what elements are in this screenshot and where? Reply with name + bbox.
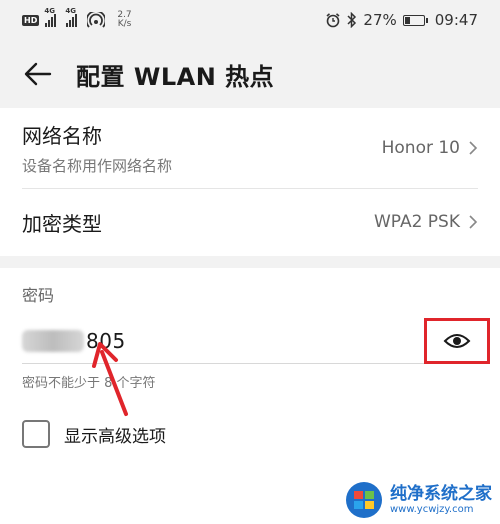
show-password-button[interactable] (424, 317, 490, 364)
network-name-value: Honor 10 (381, 138, 460, 158)
network-name-row[interactable]: 网络名称 设备名称用作网络名称 Honor 10 (0, 108, 500, 188)
signal-icon: 4G (44, 7, 57, 27)
eye-icon (443, 333, 471, 348)
settings-card: 网络名称 设备名称用作网络名称 Honor 10 加密类型 WPA2 PSK (0, 108, 500, 256)
network-name-label: 网络名称 (22, 124, 102, 148)
watermark: 纯净系统之家 www.ycwjzy.com (344, 480, 492, 520)
advanced-checkbox[interactable] (22, 420, 50, 448)
status-left: HD 4G 4G 2.7 K/s (22, 7, 132, 29)
network-speed: 2.7 K/s (117, 10, 132, 29)
alarm-icon (326, 13, 340, 28)
encryption-value-wrap: WPA2 PSK (374, 212, 478, 232)
page-title: 配置 WLAN 热点 (76, 62, 275, 91)
clock: 09:47 (434, 11, 478, 29)
chevron-right-icon (469, 215, 478, 229)
password-blurred-part (22, 329, 84, 352)
password-section-label: 密码 (22, 286, 55, 305)
watermark-text: 纯净系统之家 www.ycwjzy.com (390, 484, 492, 516)
advanced-label: 显示高级选项 (64, 426, 166, 447)
hd-voice-icon: HD (22, 14, 40, 26)
watermark-url: www.ycwjzy.com (390, 504, 474, 515)
bluetooth-icon (347, 12, 357, 28)
header: 配置 WLAN 热点 (0, 40, 500, 108)
encryption-label: 加密类型 (22, 211, 102, 236)
encryption-value: WPA2 PSK (373, 212, 460, 232)
battery-icon (402, 14, 428, 26)
battery-percent: 27% (363, 11, 397, 29)
hotspot-icon (87, 12, 106, 28)
network-name-value-wrap: Honor 10 (382, 138, 478, 158)
status-right: 27% 09:47 (325, 11, 478, 29)
annotation-arrow-icon (92, 342, 128, 416)
network-name-sublabel: 设备名称用作网络名称 (22, 157, 173, 175)
back-button[interactable] (18, 54, 58, 94)
watermark-name: 纯净系统之家 (390, 484, 492, 504)
signal-icon-2: 4G (65, 7, 78, 27)
watermark-logo-icon (346, 482, 382, 518)
network-name-text: 网络名称 设备名称用作网络名称 (22, 120, 172, 176)
advanced-options[interactable]: 显示高级选项 (22, 420, 166, 448)
battery-fill (404, 16, 410, 24)
chevron-right-icon (469, 141, 478, 155)
back-arrow-icon (24, 62, 52, 86)
status-bar: HD 4G 4G 2.7 K/s 27% 09:47 (0, 0, 500, 40)
encryption-row[interactable]: 加密类型 WPA2 PSK (0, 188, 500, 256)
